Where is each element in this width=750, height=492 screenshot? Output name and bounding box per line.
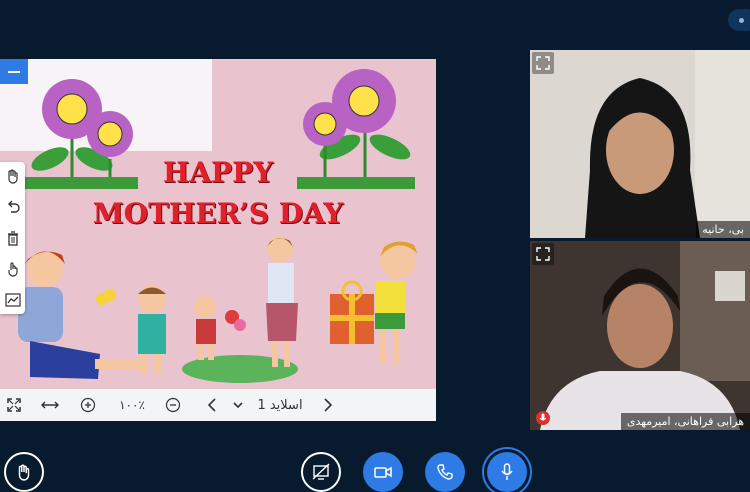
pan-hand-tool[interactable] bbox=[0, 162, 25, 190]
minus-icon bbox=[8, 70, 20, 73]
participant-video-1[interactable]: بی، حانیه bbox=[530, 50, 750, 238]
mic-icon bbox=[539, 413, 547, 421]
fullscreen-icon bbox=[7, 398, 21, 412]
slide-number-label[interactable]: اسلاید 1 bbox=[250, 389, 310, 421]
trash-icon bbox=[7, 231, 18, 246]
camera-button[interactable] bbox=[363, 452, 403, 492]
hand-pointer-icon bbox=[7, 262, 18, 277]
chevron-down-icon bbox=[233, 402, 243, 409]
muted-mic-badge bbox=[536, 411, 550, 425]
menu-dot-icon bbox=[739, 18, 744, 23]
participant-name: بی، حانیه bbox=[696, 221, 750, 238]
screen-share-off-icon bbox=[312, 463, 330, 480]
previous-slide-button[interactable] bbox=[202, 389, 222, 421]
expand-icon bbox=[536, 56, 550, 70]
screen-share-button[interactable] bbox=[301, 452, 341, 492]
fit-width-button[interactable] bbox=[38, 389, 62, 421]
fullscreen-button[interactable] bbox=[3, 389, 25, 421]
camera-icon bbox=[374, 466, 392, 478]
fit-width-icon bbox=[41, 401, 59, 409]
zoom-out-button[interactable] bbox=[162, 389, 184, 421]
hand-icon bbox=[7, 169, 18, 184]
participant-1-video-frame bbox=[530, 50, 750, 238]
participant-video-2[interactable]: هرابی فراهانی، امیرمهدی bbox=[530, 241, 750, 430]
microphone-icon bbox=[501, 463, 513, 480]
raise-hand-icon bbox=[18, 464, 30, 481]
phone-icon bbox=[437, 464, 453, 480]
slide: HAPPY MOTHER’S DAY bbox=[0, 59, 436, 389]
zoom-level: ۱۰۰٪ bbox=[119, 398, 145, 412]
slide-select-dropdown[interactable] bbox=[230, 389, 246, 421]
raise-hand-button[interactable] bbox=[4, 452, 44, 492]
zoom-out-icon bbox=[165, 397, 181, 413]
presentation-area: HAPPY MOTHER’S DAY ۱۰۰٪ اسلاید 1 bbox=[0, 59, 436, 421]
line-drawing-icon bbox=[4, 293, 21, 307]
undo-icon bbox=[7, 200, 20, 213]
expand-icon bbox=[536, 247, 550, 261]
chevron-left-icon bbox=[207, 398, 216, 412]
slide-title-line2: MOTHER’S DAY bbox=[92, 197, 344, 230]
undo-tool[interactable] bbox=[0, 193, 25, 221]
minimize-presentation-button[interactable] bbox=[0, 59, 28, 84]
pen-tool[interactable] bbox=[0, 286, 25, 314]
annotation-tool-palette bbox=[0, 162, 25, 314]
participant-name: هرابی فراهانی، امیرمهدی bbox=[620, 413, 750, 430]
chevron-right-icon bbox=[324, 398, 333, 412]
expand-video-button[interactable] bbox=[532, 243, 554, 265]
leave-call-button[interactable] bbox=[425, 452, 465, 492]
slide-navigation-bar: ۱۰۰٪ اسلاید 1 bbox=[0, 389, 436, 421]
microphone-button[interactable] bbox=[487, 452, 527, 492]
clear-tool[interactable] bbox=[0, 224, 25, 252]
expand-video-button[interactable] bbox=[532, 52, 554, 74]
zoom-in-icon bbox=[80, 397, 96, 413]
top-menu-button[interactable] bbox=[728, 9, 750, 31]
next-slide-button[interactable] bbox=[318, 389, 338, 421]
zoom-in-button[interactable] bbox=[77, 389, 99, 421]
participant-2-video-frame bbox=[530, 241, 750, 430]
multi-user-tool[interactable] bbox=[0, 255, 25, 283]
slide-title-line1: HAPPY bbox=[162, 156, 274, 189]
